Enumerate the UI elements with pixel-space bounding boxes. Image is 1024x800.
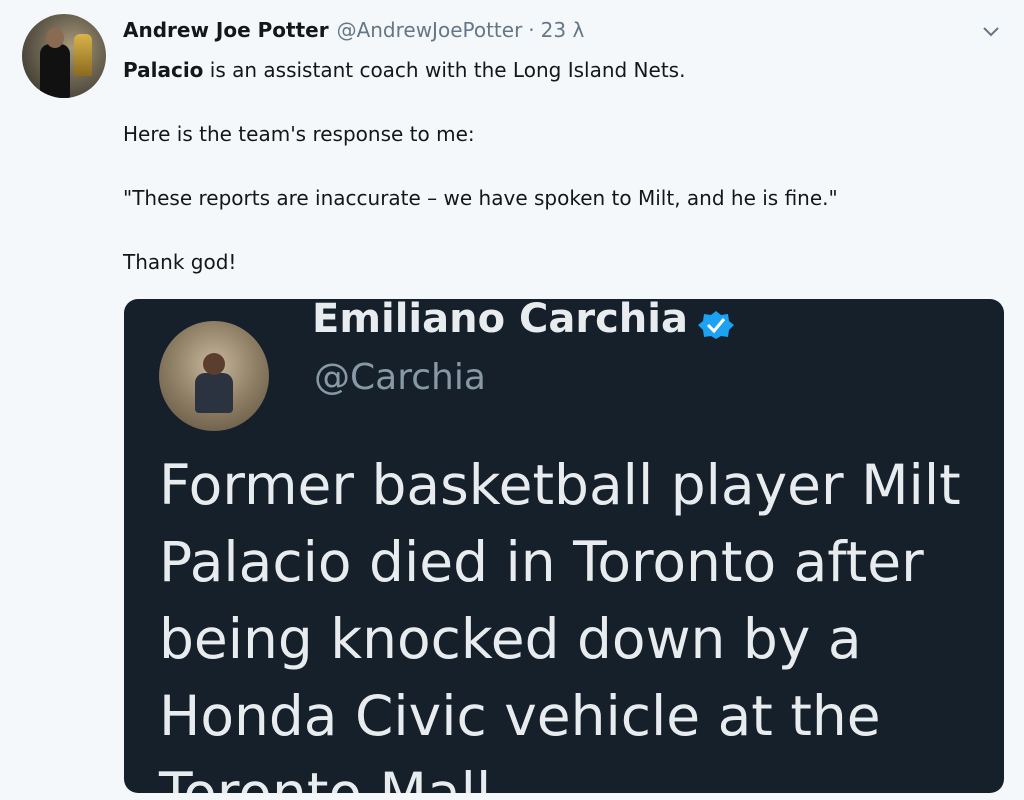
mention-palacio: Palacio (123, 58, 204, 82)
tweet[interactable]: Andrew Joe Potter @AndrewJoePotter · 23 … (0, 0, 1024, 800)
embedded-author-avatar (159, 321, 269, 431)
tweet-media-image[interactable]: Emiliano Carchia @Carchia Former basketb… (124, 299, 1004, 793)
tweet-timestamp[interactable]: 23 λ (541, 18, 585, 42)
tweet-line-4: Thank god! (123, 250, 237, 274)
tweet-line-1-text: is an assistant coach with the Long Isla… (203, 58, 686, 82)
chevron-down-icon[interactable] (980, 20, 1002, 42)
tweet-line-2: Here is the team's response to me: (123, 122, 475, 146)
tweet-header: Andrew Joe Potter @AndrewJoePotter · 23 … (123, 18, 584, 46)
tweet-line-3: "These reports are inaccurate – we have … (123, 186, 838, 210)
author-handle[interactable]: @AndrewJoePotter (337, 18, 523, 42)
embedded-tweet-text: Former basketball player Milt Palacio di… (159, 453, 961, 793)
author-avatar[interactable] (22, 14, 106, 98)
embedded-author-name: Emiliano Carchia (312, 299, 688, 342)
verified-badge-icon (696, 309, 736, 339)
embedded-author-handle: @Carchia (314, 357, 486, 398)
author-name[interactable]: Andrew Joe Potter (123, 18, 329, 42)
separator: · (528, 18, 535, 42)
tweet-text: Palacio is an assistant coach with the L… (123, 56, 983, 276)
tweet-line-1: Palacio is an assistant coach with the L… (123, 56, 983, 84)
